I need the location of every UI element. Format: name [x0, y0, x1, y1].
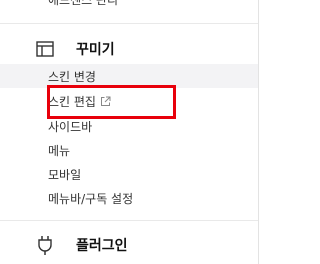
section-header-decorate[interactable]: 꾸미기	[0, 36, 258, 62]
sidebar-item-skin-change[interactable]: 스킨 변경	[0, 64, 258, 88]
sidebar-item-label: 모바일	[48, 167, 82, 182]
section-divider	[0, 23, 258, 24]
sidebar-item-adsense[interactable]: 애드센스 관리	[48, 0, 118, 8]
sidebar-item-label: 스킨 편집	[48, 94, 96, 109]
sidebar-item-sidebar[interactable]: 사이드바	[0, 114, 258, 138]
section-header-plugin[interactable]: 플러그인	[0, 232, 258, 258]
layout-icon	[36, 40, 54, 58]
section-divider	[0, 220, 258, 221]
sidebar-item-menu[interactable]: 메뉴	[0, 138, 258, 162]
sidebar-item-label: 메뉴바/구독 설정	[48, 191, 134, 206]
external-link-icon	[100, 96, 111, 107]
sidebar-item-skin-edit[interactable]: 스킨 편집	[0, 89, 258, 113]
sidebar-item-label: 메뉴	[48, 143, 71, 158]
sidebar-item-mobile[interactable]: 모바일	[0, 162, 258, 186]
sidebar-item-label: 스킨 변경	[48, 69, 96, 84]
sidebar-item-menubar-subscribe[interactable]: 메뉴바/구독 설정	[0, 186, 258, 210]
admin-sidebar: 애드센스 관리 꾸미기 스킨 변경 스킨 편집 사이드바 메뉴 모바일 메뉴바/…	[0, 0, 259, 264]
section-title-decorate: 꾸미기	[76, 42, 115, 58]
sidebar-item-label: 사이드바	[48, 119, 93, 134]
section-title-plugin: 플러그인	[76, 238, 128, 254]
plug-icon	[36, 236, 54, 255]
